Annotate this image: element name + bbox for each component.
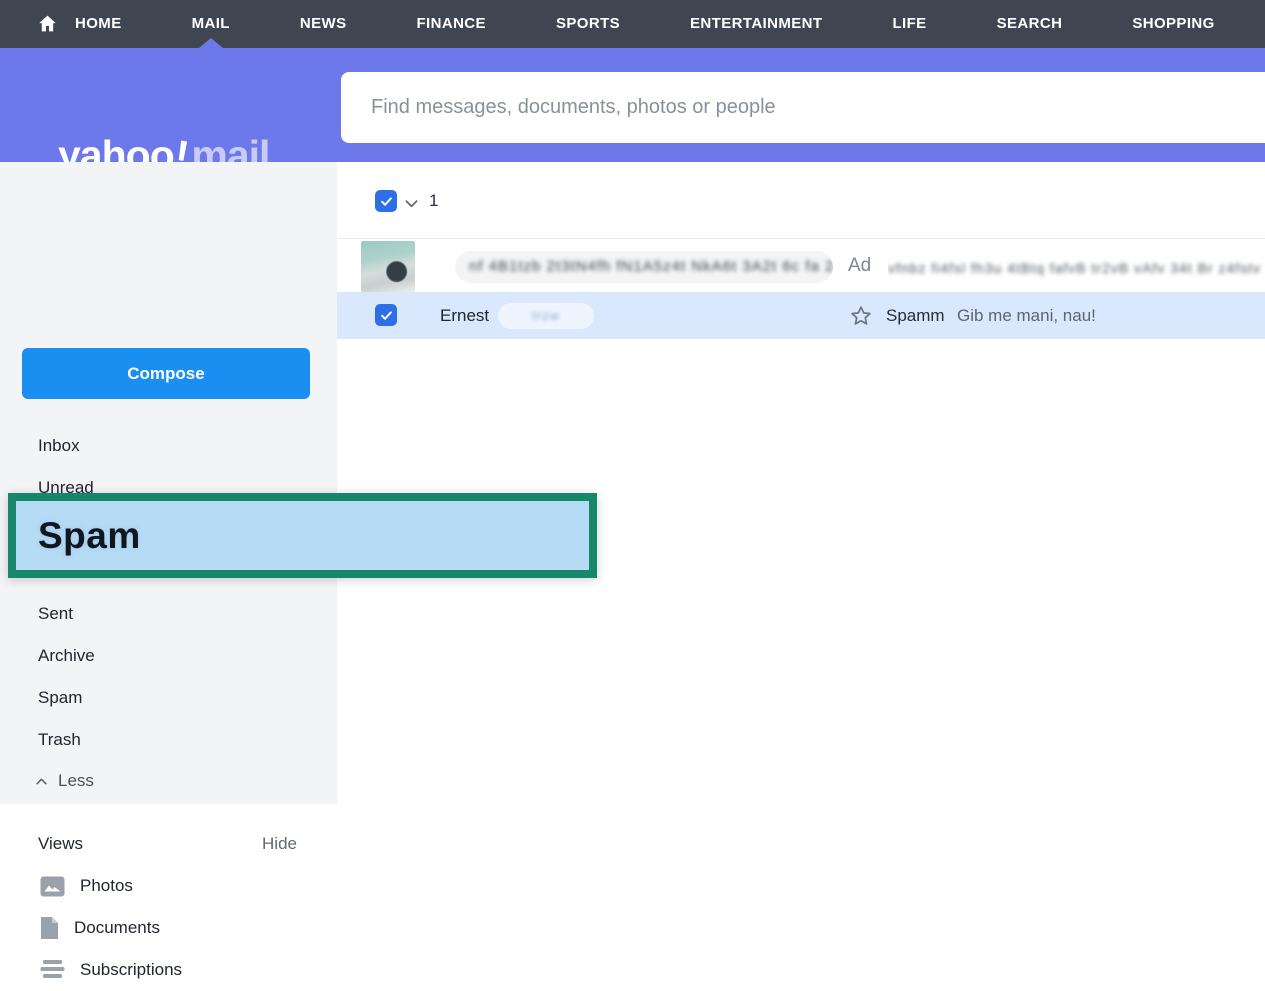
email-badge-blurred: trzw	[498, 303, 594, 329]
subscriptions-label: Subscriptions	[80, 960, 182, 980]
photos-label: Photos	[80, 876, 133, 896]
star-icon[interactable]	[849, 304, 873, 328]
select-dropdown-chevron-icon[interactable]	[402, 194, 421, 213]
documents-label: Documents	[74, 918, 160, 938]
ad-title-blurred: nf 4B1tzb 2t3tN4fh fN1A5z4t NkA6t 3A2t 6…	[455, 251, 833, 283]
ad-row[interactable]: nf 4B1tzb 2t3tN4fh fN1A5z4t NkA6t 3A2t 6…	[338, 239, 1265, 292]
blurred-text: vfnbz fi4fsl fh3u 4tBtq fafvB tr2vB vAfv…	[888, 260, 1261, 276]
nav-item-news[interactable]: NEWS	[300, 0, 347, 48]
subscriptions-icon	[40, 960, 65, 980]
nav-item-mail[interactable]: MAIL	[192, 0, 230, 48]
email-subject: Spamm	[886, 292, 945, 339]
blurred-text: nf 4B1tzb 2t3tN4fh fN1A5z4t NkA6t 3A2t 6…	[469, 258, 833, 275]
nav-item-sports[interactable]: SPORTS	[556, 0, 620, 48]
documents-icon	[40, 916, 59, 940]
top-navigation: HOME MAIL NEWS FINANCE SPORTS ENTERTAINM…	[0, 0, 1265, 48]
email-sender: Ernest	[440, 292, 489, 339]
search-input[interactable]	[341, 72, 1265, 143]
chevron-up-icon	[34, 774, 49, 789]
sidebar-item-sent[interactable]: Sent	[38, 593, 95, 635]
active-tab-indicator	[199, 38, 223, 48]
home-icon[interactable]	[37, 13, 58, 34]
email-checkbox[interactable]	[375, 304, 397, 326]
less-toggle[interactable]: Less	[34, 760, 94, 802]
sidebar-item-documents[interactable]: Documents	[40, 907, 160, 949]
nav-item-finance[interactable]: FINANCE	[416, 0, 485, 48]
folder-list: Inbox Unread Starred Drafts Sent Archive…	[38, 425, 95, 761]
checkmark-icon	[379, 308, 394, 323]
less-label: Less	[58, 771, 94, 791]
select-all-checkbox[interactable]	[375, 190, 397, 212]
nav-item-entertainment[interactable]: ENTERTAINMENT	[690, 0, 822, 48]
photos-icon	[40, 876, 65, 897]
nav-item-search[interactable]: SEARCH	[997, 0, 1063, 48]
ad-thumbnail-image	[361, 241, 415, 292]
blurred-text: trzw	[532, 308, 560, 323]
ad-tail-blurred: vfnbz fi4fsl fh3u 4tBtq fafvB tr2vB vAfv…	[888, 255, 1265, 281]
sidebar-item-trash[interactable]: Trash	[38, 719, 95, 761]
nav-item-shopping[interactable]: SHOPPING	[1132, 0, 1214, 48]
sidebar-item-photos[interactable]: Photos	[40, 865, 133, 907]
spam-highlight-label: Spam	[16, 501, 589, 570]
checkmark-icon	[379, 194, 394, 209]
sidebar-item-inbox[interactable]: Inbox	[38, 425, 95, 467]
nav-item-home[interactable]: HOME	[75, 0, 122, 48]
hide-views-link[interactable]: Hide	[262, 834, 297, 854]
nav-item-mail-label: MAIL	[192, 15, 230, 32]
views-header: Views Hide	[38, 823, 297, 865]
nav-item-life[interactable]: LIFE	[892, 0, 926, 48]
email-snippet: Gib me mani, nau!	[957, 292, 1096, 339]
sidebar-item-archive[interactable]: Archive	[38, 635, 95, 677]
ad-badge: Ad	[848, 252, 871, 280]
views-title: Views	[38, 834, 83, 854]
selected-count: 1	[429, 190, 438, 212]
sidebar-item-subscriptions[interactable]: Subscriptions	[40, 949, 182, 991]
spam-highlight-overlay[interactable]: Spam	[8, 493, 597, 578]
sidebar-item-spam[interactable]: Spam	[38, 677, 95, 719]
compose-button[interactable]: Compose	[22, 348, 310, 399]
sidebar: Compose Inbox Unread Starred Drafts Sent…	[0, 162, 337, 804]
